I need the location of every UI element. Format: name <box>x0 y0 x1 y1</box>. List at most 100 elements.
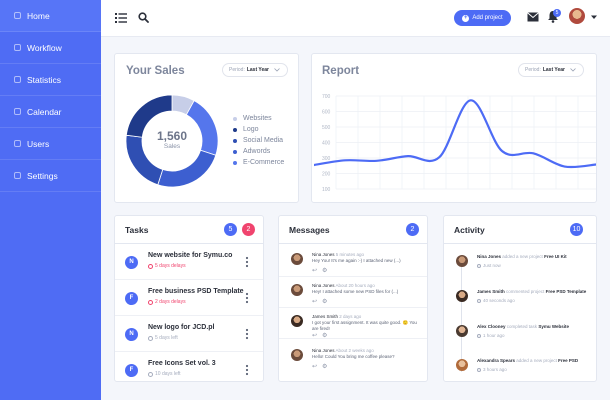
tasks-card: Tasks 5 2 N New website for Symu.co 5 da… <box>114 215 264 382</box>
task-item[interactable]: F Free business PSD Template 2 days dela… <box>115 280 263 316</box>
mail-icon[interactable] <box>527 12 539 22</box>
task-item[interactable]: N New logo for JCD.pl 5 days left <box>115 316 263 352</box>
sidebar-item-label: Settings <box>27 170 58 181</box>
task-initial: F <box>125 292 138 305</box>
sidebar-item-settings[interactable]: Settings <box>0 160 101 192</box>
sidebar-item-calendar[interactable]: Calendar <box>0 96 101 128</box>
task-initial: N <box>125 328 138 341</box>
statistics-icon <box>14 76 21 83</box>
sidebar-item-workflow[interactable]: Workflow <box>0 32 101 64</box>
period-value: Last Year <box>542 67 565 73</box>
report-title: Report <box>322 65 360 77</box>
message-text: Hello! Could You bring me coffee please? <box>312 354 395 359</box>
legend-label: Logo <box>243 126 259 133</box>
avatar <box>456 290 468 302</box>
clock-icon <box>477 298 481 303</box>
clock-icon <box>148 335 153 341</box>
add-project-button[interactable]: + Add project <box>454 10 511 26</box>
clock-icon <box>148 299 153 305</box>
task-initial: F <box>125 364 138 377</box>
sidebar-item-label: Statistics <box>27 74 62 85</box>
message-actions: ↩ ⚙ <box>312 363 332 370</box>
task-due: 2 days delays <box>148 299 186 305</box>
message-item[interactable]: Nina Jones About 20 hours ago Hey! I att… <box>279 277 427 308</box>
y-tick-label: 400 <box>322 141 331 147</box>
avatar <box>291 284 303 296</box>
more-options-icon[interactable] <box>245 292 249 304</box>
y-tick-label: 500 <box>322 125 331 131</box>
y-tick-label: 600 <box>322 110 331 116</box>
clock-icon <box>477 263 481 268</box>
settings-icon[interactable]: ⚙ <box>322 332 327 339</box>
menu-toggle-icon[interactable] <box>115 13 127 23</box>
more-options-icon[interactable] <box>245 364 249 376</box>
reply-icon[interactable]: ↩ <box>312 332 317 339</box>
search-icon[interactable] <box>138 12 149 23</box>
user-avatar[interactable] <box>569 8 585 24</box>
settings-icon[interactable]: ⚙ <box>322 267 327 274</box>
series-line <box>314 99 596 169</box>
avatar <box>291 349 303 361</box>
activity-title: Activity <box>454 225 485 235</box>
settings-icon[interactable]: ⚙ <box>322 363 327 370</box>
activity-time: Just now <box>477 263 501 268</box>
activity-item[interactable]: James Smith commented project Free PSD T… <box>444 281 594 316</box>
messages-card: Messages 2 Nina Jones 5 minutes ago Hey … <box>278 215 428 382</box>
message-text: Hey You! It's me again :-) I attached ne… <box>312 258 401 263</box>
activity-card: Activity 10 Nina Jones added a new proje… <box>443 215 597 382</box>
messages-header: Messages 2 <box>279 216 427 244</box>
top-bar: + Add project 5 <box>101 0 610 37</box>
message-actions: ↩ ⚙ <box>312 332 332 339</box>
tasks-overdue-badge: 2 <box>242 223 255 236</box>
more-options-icon[interactable] <box>245 328 249 340</box>
reply-icon[interactable]: ↩ <box>312 298 317 305</box>
task-item[interactable]: N New website for Symu.co 5 days delays <box>115 244 263 280</box>
avatar <box>456 359 468 371</box>
users-icon <box>14 140 21 147</box>
message-item[interactable]: Nina Jones About 2 weeks ago Hello! Coul… <box>279 342 427 373</box>
sidebar-item-home[interactable]: Home <box>0 0 101 32</box>
settings-icon[interactable]: ⚙ <box>322 298 327 305</box>
activity-item[interactable]: Alex Clooney completed task Symu Website… <box>444 316 594 351</box>
clock-icon <box>477 333 481 338</box>
chevron-down-icon <box>570 68 576 72</box>
sales-title: Your Sales <box>126 65 185 77</box>
task-due: 5 days left <box>148 335 178 341</box>
task-item[interactable]: F Free Icons Set vol. 3 10 days left <box>115 352 263 381</box>
avatar <box>291 253 303 265</box>
clock-icon <box>477 367 481 372</box>
tasks-title: Tasks <box>125 225 149 235</box>
message-item[interactable]: Nina Jones 5 minutes ago Hey You! It's m… <box>279 246 427 277</box>
messages-count-badge: 2 <box>406 223 419 236</box>
message-text: I got your first assignment. It was quit… <box>312 320 417 331</box>
message-item[interactable]: James Smith 2 days ago I got your first … <box>279 308 427 339</box>
activity-item[interactable]: Alexandra Spears added a new project Fre… <box>444 350 594 381</box>
more-options-icon[interactable] <box>245 256 249 268</box>
activity-text: Alex Clooney completed task Symu Website <box>477 324 569 329</box>
task-initial: N <box>125 256 138 269</box>
task-title: New website for Symu.co <box>148 252 233 259</box>
notification-badge: 5 <box>553 9 561 17</box>
sidebar-item-users[interactable]: Users <box>0 128 101 160</box>
task-title: New logo for JCD.pl <box>148 324 215 331</box>
legend-label: Adwords <box>243 148 271 155</box>
task-due: 5 days delays <box>148 263 186 269</box>
sidebar-item-statistics[interactable]: Statistics <box>0 64 101 96</box>
legend-item-logo: Logo <box>233 126 259 133</box>
tasks-header: Tasks 5 2 <box>115 216 263 244</box>
reply-icon[interactable]: ↩ <box>312 363 317 370</box>
activity-text: Nina Jones added a new project Free UI K… <box>477 254 567 259</box>
reply-icon[interactable]: ↩ <box>312 267 317 274</box>
caret-down-icon[interactable] <box>590 13 598 21</box>
activity-time: 1 hour ago <box>477 333 505 338</box>
y-tick-label: 300 <box>322 156 331 162</box>
legend-dot <box>233 149 237 154</box>
report-period-select[interactable]: Period: Last Year <box>518 63 584 77</box>
sales-period-select[interactable]: Period: Last Year <box>222 63 288 77</box>
messages-title: Messages <box>289 225 330 235</box>
avatar <box>456 255 468 267</box>
activity-item[interactable]: Nina Jones added a new project Free UI K… <box>444 246 594 281</box>
activity-time: 40 seconds ago <box>477 298 515 303</box>
legend-label: Social Media <box>243 137 284 144</box>
report-line-chart: 700 600 500 400 300 200 100 <box>314 94 596 193</box>
